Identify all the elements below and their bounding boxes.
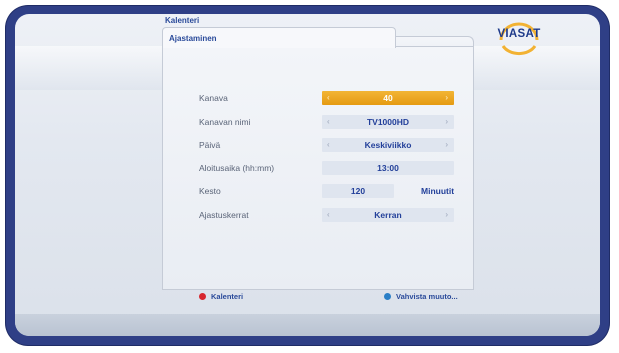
blue-button-label[interactable]: Vahvista muuto...	[396, 292, 458, 301]
label-kesto: Kesto	[199, 186, 221, 196]
field-value: 13:00	[377, 163, 399, 173]
arrow-right-icon[interactable]: ›	[445, 140, 448, 149]
field-value: Kerran	[374, 210, 402, 220]
unit-minuutit: Minuutit	[421, 186, 455, 196]
arrow-right-icon[interactable]: ›	[445, 117, 448, 126]
label-aloitusaika: Aloitusaika (hh:mm)	[199, 163, 275, 173]
tab-ajastaminen[interactable]: Ajastaminen	[162, 27, 396, 48]
field-ajastuskerrat[interactable]: ‹ Kerran ›	[322, 208, 454, 222]
label-ajastuskerrat: Ajastuskerrat	[199, 210, 249, 220]
field-kesto[interactable]: 120	[322, 184, 394, 198]
field-value: 120	[350, 186, 366, 196]
field-value: 40	[383, 93, 393, 103]
viasat-logo: VIASAT	[487, 18, 551, 62]
label-kanavan-nimi: Kanavan nimi	[199, 117, 251, 127]
blue-button-icon[interactable]	[384, 293, 391, 300]
label-kanava: Kanava	[199, 93, 228, 103]
red-button-label[interactable]: Kalenteri	[211, 292, 243, 301]
logo-ring-icon	[499, 22, 539, 56]
field-kanava[interactable]: ‹ 40 ›	[322, 91, 454, 105]
tab-label: Ajastaminen	[169, 34, 217, 43]
field-value: TV1000HD	[366, 117, 410, 127]
label-paiva: Päivä	[199, 140, 221, 150]
field-paiva[interactable]: ‹ Keskiviikko ›	[322, 138, 454, 152]
background-band-bottom	[15, 314, 600, 336]
arrow-right-icon[interactable]: ›	[445, 210, 448, 219]
field-value: Keskiviikko	[364, 140, 412, 150]
field-aloitusaika[interactable]: 13:00	[322, 161, 454, 175]
breadcrumb: Kalenteri	[165, 16, 200, 25]
field-kanavan-nimi[interactable]: ‹ TV1000HD ›	[322, 115, 454, 129]
red-button-icon[interactable]	[199, 293, 206, 300]
logo-text: VIASAT	[497, 28, 541, 40]
arrow-right-icon[interactable]: ›	[445, 93, 448, 102]
